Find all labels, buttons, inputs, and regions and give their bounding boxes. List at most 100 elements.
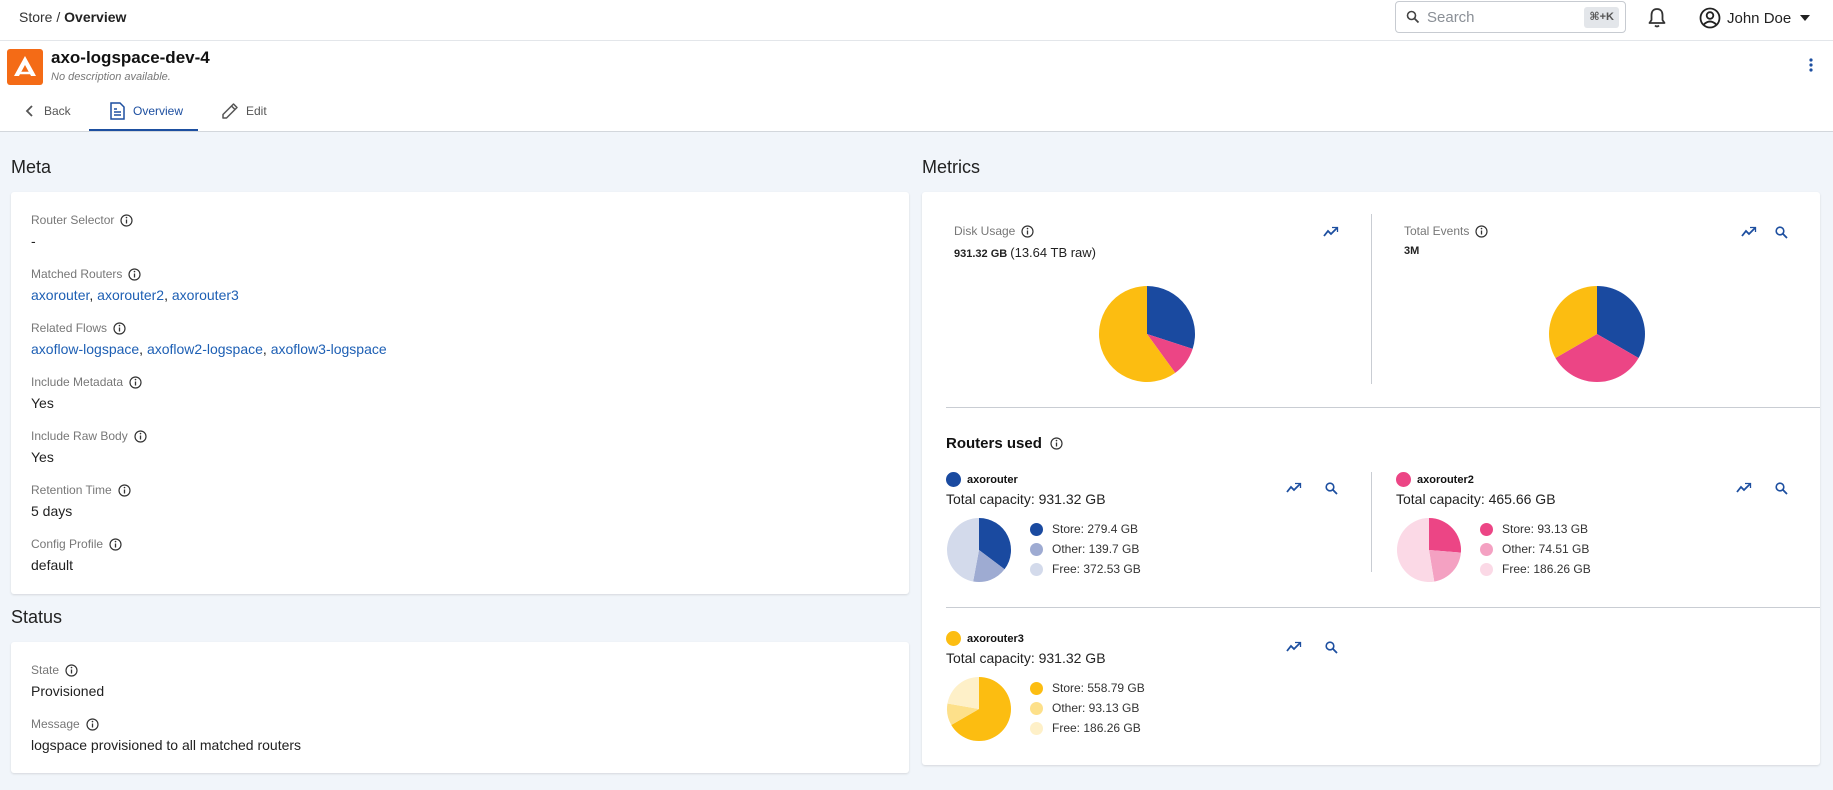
- include-raw-body-value: Yes: [31, 449, 54, 465]
- pie-slice-3[interactable]: [947, 518, 979, 582]
- config-profile-label: Config Profile: [31, 537, 122, 551]
- pie-slice-3[interactable]: [1397, 518, 1435, 582]
- info-icon[interactable]: [1475, 224, 1488, 238]
- tab-edit[interactable]: Edit: [216, 91, 271, 131]
- search-box[interactable]: ⌘+K: [1395, 1, 1626, 33]
- legend-item: Other: 74.51 GB: [1480, 539, 1591, 559]
- info-icon[interactable]: [109, 537, 122, 551]
- flow-link[interactable]: axoflow3-logspace: [271, 341, 387, 357]
- router-name-axorouter2[interactable]: axorouter2: [1396, 472, 1474, 487]
- axorouter2-pie: [1397, 518, 1461, 582]
- tab-back[interactable]: Back: [18, 91, 75, 131]
- notifications-bell-icon[interactable]: [1647, 7, 1667, 29]
- pie-slice-2[interactable]: [1429, 550, 1461, 582]
- message-label: Message: [31, 717, 99, 731]
- related-flows-label: Related Flows: [31, 321, 126, 335]
- disk-usage-value: 931.32 GB (13.64 TB raw): [954, 245, 1097, 260]
- flow-link[interactable]: axoflow-logspace: [31, 341, 139, 357]
- trend-chart-icon[interactable]: [1285, 479, 1303, 497]
- router-color-dot: [946, 472, 961, 487]
- active-tab-indicator: [89, 129, 198, 131]
- router-link[interactable]: axorouter2: [97, 287, 164, 303]
- search-input[interactable]: [1427, 9, 1567, 26]
- legend-item: Free: 186.26 GB: [1030, 718, 1145, 738]
- flow-link[interactable]: axoflow2-logspace: [147, 341, 263, 357]
- axorouter3-legend: Store: 558.79 GB Other: 93.13 GB Free: 1…: [1030, 678, 1145, 738]
- breadcrumb-separator: /: [56, 9, 61, 25]
- search-icon: [1406, 10, 1420, 24]
- include-metadata-value: Yes: [31, 395, 54, 411]
- more-options-icon[interactable]: [1808, 57, 1814, 73]
- legend-item: Store: 279.4 GB: [1030, 519, 1141, 539]
- router-name-axorouter3[interactable]: axorouter3: [946, 631, 1024, 646]
- trend-chart-icon[interactable]: [1735, 479, 1753, 497]
- legend-item: Free: 372.53 GB: [1030, 559, 1141, 579]
- axorouter2-legend: Store: 93.13 GB Other: 74.51 GB Free: 18…: [1480, 519, 1591, 579]
- info-icon[interactable]: [128, 267, 141, 281]
- status-section-title: Status: [11, 607, 63, 627]
- breadcrumb-current: Overview: [64, 9, 127, 25]
- search-icon[interactable]: [1772, 223, 1790, 241]
- related-flows-value: axoflow-logspace, axoflow2-logspace, axo…: [31, 341, 387, 357]
- search-icon[interactable]: [1322, 638, 1340, 656]
- tab-overview[interactable]: Overview: [103, 91, 187, 131]
- page-subtitle: No description available.: [51, 71, 171, 83]
- breadcrumb: Store / Overview: [19, 9, 126, 25]
- logspace-logo-icon: [7, 49, 43, 85]
- info-icon[interactable]: [65, 663, 78, 677]
- disk-usage-label: Disk Usage: [954, 224, 1034, 238]
- matched-routers-value: axorouter, axorouter2, axorouter3: [31, 287, 239, 303]
- pie-slice-1[interactable]: [1429, 518, 1461, 553]
- pie-slice-3[interactable]: [947, 677, 979, 709]
- metrics-section-title: Metrics: [922, 157, 980, 177]
- info-icon[interactable]: [113, 321, 126, 335]
- legend-item: Free: 186.26 GB: [1480, 559, 1591, 579]
- document-icon: [107, 101, 127, 121]
- total-events-value: 3M: [1404, 245, 1420, 257]
- tab-overview-label: Overview: [133, 104, 184, 118]
- router-capacity: Total capacity: 931.32 GB: [946, 650, 1106, 666]
- user-name: John Doe: [1727, 9, 1792, 27]
- user-avatar-icon: [1699, 7, 1721, 29]
- meta-card: Router Selector - Matched Routers axorou…: [11, 192, 909, 594]
- info-icon[interactable]: [118, 483, 131, 497]
- router-divider: [1371, 472, 1372, 572]
- breadcrumb-root[interactable]: Store: [19, 9, 52, 25]
- router-divider: [946, 607, 1820, 608]
- metrics-divider: [946, 407, 1820, 408]
- total-events-pie: [1549, 286, 1645, 382]
- router-link[interactable]: axorouter3: [172, 287, 239, 303]
- search-icon[interactable]: [1322, 479, 1340, 497]
- router-name-axorouter[interactable]: axorouter: [946, 472, 1018, 487]
- trend-chart-icon[interactable]: [1285, 638, 1303, 656]
- user-menu[interactable]: John Doe: [1699, 6, 1813, 30]
- legend-item: Store: 93.13 GB: [1480, 519, 1591, 539]
- metrics-divider: [1371, 214, 1372, 384]
- state-value: Provisioned: [31, 683, 105, 699]
- info-icon[interactable]: [1021, 224, 1034, 238]
- meta-section-title: Meta: [11, 157, 52, 177]
- router-selector-label: Router Selector: [31, 213, 133, 227]
- info-icon[interactable]: [134, 429, 147, 443]
- top-bar: Store / Overview ⌘+K John Doe: [0, 0, 1833, 41]
- legend-item: Other: 93.13 GB: [1030, 698, 1145, 718]
- router-link[interactable]: axorouter: [31, 287, 89, 303]
- router-color-dot: [1396, 472, 1411, 487]
- trend-chart-icon[interactable]: [1322, 223, 1340, 241]
- page-title: axo-logspace-dev-4: [51, 48, 210, 67]
- trend-chart-icon[interactable]: [1740, 223, 1758, 241]
- pencil-icon: [220, 101, 240, 121]
- info-icon[interactable]: [129, 375, 142, 389]
- disk-usage-pie: [1099, 286, 1195, 382]
- include-metadata-label: Include Metadata: [31, 375, 142, 389]
- config-profile-value: default: [31, 557, 74, 573]
- page-header: axo-logspace-dev-4 No description availa…: [0, 41, 1833, 132]
- matched-routers-label: Matched Routers: [31, 267, 141, 281]
- info-icon[interactable]: [86, 717, 99, 731]
- info-icon[interactable]: [1050, 437, 1063, 450]
- status-card: State Provisioned Message logspace provi…: [11, 642, 909, 773]
- info-icon[interactable]: [120, 213, 133, 227]
- router-capacity: Total capacity: 465.66 GB: [1396, 491, 1556, 507]
- search-icon[interactable]: [1772, 479, 1790, 497]
- message-value: logspace provisioned to all matched rout…: [31, 737, 302, 753]
